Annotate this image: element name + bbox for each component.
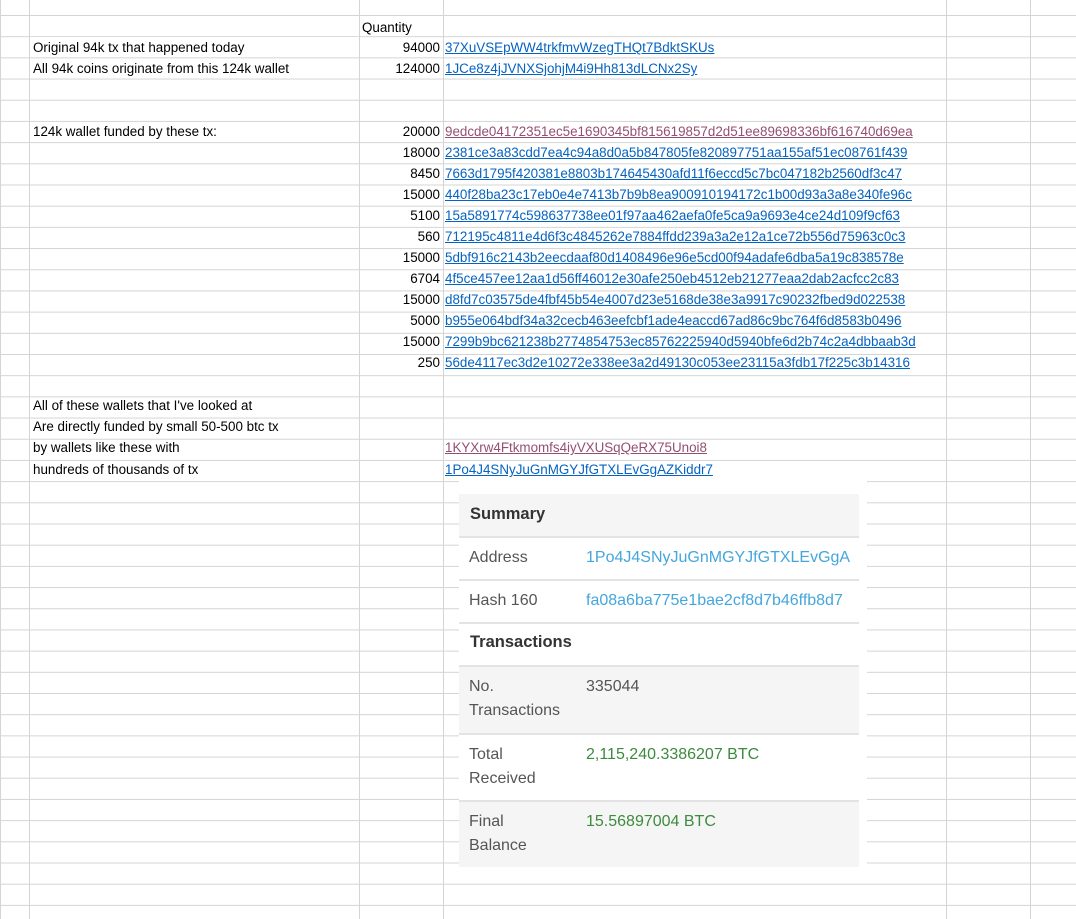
divider [459, 536, 859, 538]
no-transactions-row: No. Transactions 335044 [459, 667, 859, 733]
hash160-label: Hash 160 [469, 592, 538, 609]
funding-qty[interactable]: 8450 [330, 163, 440, 184]
funding-qty[interactable]: 5000 [330, 310, 440, 331]
funding-qty[interactable]: 250 [330, 352, 440, 373]
qty-origin-wallet[interactable]: 124000 [330, 58, 440, 79]
qty-original-tx[interactable]: 94000 [330, 37, 440, 58]
divider [459, 579, 859, 581]
funding-tx-link[interactable]: 15a5891774c598637738ee01f97aa462aefa0fe5… [445, 205, 900, 226]
label-origin-wallet[interactable]: All 94k coins originate from this 124k w… [33, 58, 289, 79]
funding-qty[interactable]: 15000 [330, 184, 440, 205]
funding-tx-link[interactable]: b955e064bdf34a32cecb463eefcbf1ade4eaccd6… [445, 310, 901, 331]
note-line[interactable]: hundreds of thousands of tx [33, 459, 198, 480]
link-origin-wallet[interactable]: 1JCe8z4jJVNXSjohjM4i9Hh813dLCNx2Sy [445, 58, 697, 79]
funding-qty[interactable]: 6704 [330, 268, 440, 289]
funding-tx-link[interactable]: 712195c4811e4d6f3c4845262e7884ffdd239a3a… [445, 226, 905, 247]
final-balance-label: Final [469, 813, 504, 830]
summary-header: Summary [459, 494, 859, 536]
total-received-label: Total [469, 746, 503, 763]
funding-tx-link[interactable]: 5dbf916c2143b2eecdaaf80d1408496e96e5cd00… [445, 247, 904, 268]
transactions-header: Transactions [459, 624, 859, 664]
note-line[interactable]: by wallets like these with [33, 437, 180, 458]
funding-tx-link[interactable]: 9edcde04172351ec5e1690345bf815619857d2d5… [445, 121, 913, 142]
address-label: Address [469, 549, 528, 566]
note-line[interactable]: Are directly funded by small 50-500 btc … [33, 416, 279, 437]
quantity-header[interactable]: Quantity [362, 17, 412, 38]
funding-tx-link[interactable]: 56de4117ec3d2e10272e338ee3a2d49130c053ee… [445, 352, 910, 373]
link-original-wallet[interactable]: 37XuVSEpWW4trkfmvWzegTHQt7BdktSKUs [445, 37, 714, 58]
column-divider [1030, 0, 1031, 919]
funding-tx-link[interactable]: 2381ce3a83cdd7ea4c94a8d0a5b847805fe82089… [445, 142, 907, 163]
funding-qty[interactable]: 560 [330, 226, 440, 247]
final-balance-row: Final Balance 15.56897004 BTC [459, 802, 859, 867]
total-received-value: 2,115,240.3386207 BTC [586, 746, 760, 763]
wallet-summary-panel: Summary Address 1Po4J4SNyJuGnMGYJfGTXLEv… [459, 478, 867, 867]
transactions-title: Transactions [470, 633, 572, 651]
hash160-value-link[interactable]: fa08a6ba775e1bae2cf8d7b46ffb8d7 [586, 589, 843, 613]
no-tx-label: No. [469, 678, 494, 695]
funding-tx-link[interactable]: 7663d1795f420381e8803b174645430afd11f6ec… [445, 163, 902, 184]
example-wallet-link[interactable]: 1KYXrw4Ftkmomfs4iyVXUSqQeRX75Unoi8 [445, 437, 707, 458]
funding-qty[interactable]: 20000 [330, 121, 440, 142]
funding-tx-link[interactable]: 440f28ba23c17eb0e4e7413b7b9b8ea900910194… [445, 184, 912, 205]
funding-tx-link[interactable]: d8fd7c03575de4fbf45b54e4007d23e5168de38e… [445, 289, 905, 310]
column-divider [443, 0, 444, 919]
column-divider [946, 0, 947, 919]
total-received-label-2: Received [469, 770, 536, 787]
address-value-link[interactable]: 1Po4J4SNyJuGnMGYJfGTXLEvGgA [586, 546, 850, 570]
final-balance-value: 15.56897004 BTC [586, 813, 716, 830]
no-tx-label-2: Transactions [469, 702, 560, 719]
funding-qty[interactable]: 15000 [330, 331, 440, 352]
note-line[interactable]: All of these wallets that I've looked at [33, 395, 252, 416]
column-divider [29, 0, 30, 919]
funding-tx-link[interactable]: 4f5ce457ee12aa1d56ff46012e30afe250eb4512… [445, 268, 899, 289]
funding-qty[interactable]: 15000 [330, 247, 440, 268]
example-wallet-link[interactable]: 1Po4J4SNyJuGnMGYJfGTXLEvGgAZKiddr7 [445, 459, 713, 480]
total-received-row: Total Received 2,115,240.3386207 BTC [459, 735, 859, 800]
funding-qty[interactable]: 5100 [330, 205, 440, 226]
no-tx-value: 335044 [586, 678, 640, 695]
label-original-tx[interactable]: Original 94k tx that happened today [33, 37, 244, 58]
final-balance-label-2: Balance [469, 837, 527, 854]
label-funded-by[interactable]: 124k wallet funded by these tx: [33, 121, 217, 142]
funding-qty[interactable]: 15000 [330, 289, 440, 310]
funding-tx-link[interactable]: 7299b9bc621238b2774854753ec85762225940d5… [445, 331, 916, 352]
funding-qty[interactable]: 18000 [330, 142, 440, 163]
summary-title: Summary [470, 505, 546, 523]
